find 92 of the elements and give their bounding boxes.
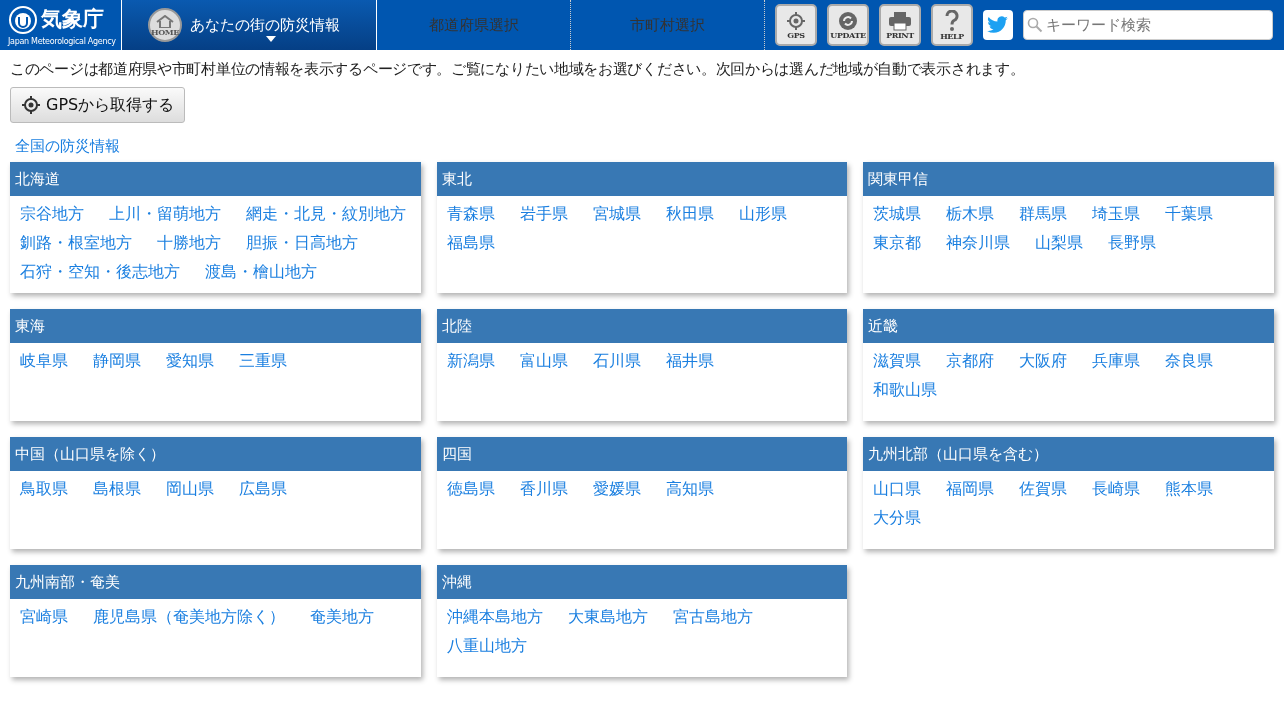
area-link[interactable]: 滋賀県 <box>873 349 922 372</box>
area-link[interactable]: 島根県 <box>93 477 141 500</box>
home-menu-title: あなたの街の防災情報 <box>190 15 340 35</box>
area-link[interactable]: 茨城県 <box>873 202 922 225</box>
update-button[interactable]: UPDATE <box>827 4 869 46</box>
crosshair-icon <box>21 95 41 115</box>
gps-button[interactable]: GPSから取得する <box>10 87 186 123</box>
region-title: 関東甲信 <box>863 162 1274 196</box>
logo-name: 気象庁 <box>41 9 104 30</box>
area-link[interactable]: 大分県 <box>873 506 922 529</box>
print-button[interactable]: PRINT <box>879 4 921 46</box>
area-link[interactable]: 香川県 <box>519 477 568 500</box>
area-link[interactable]: 新潟県 <box>446 349 495 372</box>
logo-emblem-icon <box>8 4 38 35</box>
area-link[interactable]: 山形県 <box>738 202 787 225</box>
area-link[interactable]: 石川県 <box>592 349 641 372</box>
area-link[interactable]: 熊本県 <box>1165 477 1214 500</box>
gps-button[interactable]: GPS <box>775 4 817 46</box>
caret-icon <box>266 36 276 42</box>
crosshair-icon <box>786 11 806 31</box>
area-link[interactable]: 山口県 <box>873 477 922 500</box>
area-link[interactable]: 徳島県 <box>446 477 495 500</box>
area-link[interactable]: 愛知県 <box>166 349 214 372</box>
area-link[interactable]: 岩手県 <box>519 202 568 225</box>
home-menu[interactable]: HOME あなたの街の防災情報 <box>122 0 377 50</box>
area-link[interactable]: 山梨県 <box>1035 231 1084 254</box>
area-link[interactable]: 長野県 <box>1108 231 1157 254</box>
area-link[interactable]: 福井県 <box>665 349 714 372</box>
area-link[interactable]: 宮城県 <box>592 202 641 225</box>
area-link[interactable]: 京都府 <box>946 349 995 372</box>
area-link[interactable]: 宗谷地方 <box>20 202 84 225</box>
area-link[interactable]: 福島県 <box>446 231 495 254</box>
region-title: 沖縄 <box>436 565 848 599</box>
gps-button-label: GPSから取得する <box>46 94 175 116</box>
area-link[interactable]: 網走・北見・紋別地方 <box>246 202 406 225</box>
area-link[interactable]: 上川・留萌地方 <box>109 202 221 225</box>
printer-icon <box>888 11 912 31</box>
region-title: 四国 <box>436 437 848 471</box>
area-link[interactable]: 奄美地方 <box>310 605 374 628</box>
area-link[interactable]: 沖縄本島地方 <box>446 605 543 628</box>
area-link[interactable]: 岡山県 <box>166 477 214 500</box>
area-link[interactable]: 愛媛県 <box>592 477 641 500</box>
area-link[interactable]: 長崎県 <box>1092 477 1141 500</box>
bird-icon <box>987 16 1009 34</box>
area-link[interactable]: 埼玉県 <box>1092 202 1141 225</box>
area-link[interactable]: 十勝地方 <box>157 231 221 254</box>
search-field[interactable]: キーワード検索 <box>1023 10 1273 40</box>
bird-button[interactable] <box>983 10 1013 40</box>
area-link[interactable]: 石狩・空知・後志地方 <box>20 260 180 283</box>
area-link[interactable]: 群馬県 <box>1019 202 1068 225</box>
area-link[interactable]: 鹿児島県（奄美地方除く） <box>93 605 285 628</box>
help-button[interactable]: HELP <box>931 4 973 46</box>
area-link[interactable]: 渡島・檜山地方 <box>205 260 317 283</box>
area-link[interactable]: 神奈川県 <box>946 231 1011 254</box>
region-title: 東海 <box>10 309 421 343</box>
area-link[interactable]: 岐阜県 <box>20 349 68 372</box>
area-link[interactable]: 兵庫県 <box>1092 349 1141 372</box>
area-link[interactable]: 三重県 <box>239 349 287 372</box>
area-link[interactable]: 栃木県 <box>946 202 995 225</box>
region-title: 北海道 <box>10 162 421 196</box>
area-link[interactable]: 釧路・根室地方 <box>20 231 132 254</box>
region-title: 近畿 <box>863 309 1274 343</box>
area-link[interactable]: 宮崎県 <box>20 605 68 628</box>
area-link[interactable]: 和歌山県 <box>873 378 938 401</box>
area-link[interactable]: 富山県 <box>519 349 568 372</box>
area-link[interactable]: 千葉県 <box>1165 202 1214 225</box>
area-link[interactable]: 福岡県 <box>946 477 995 500</box>
home-icon: HOME <box>148 8 182 42</box>
area-link[interactable]: 鳥取県 <box>20 477 68 500</box>
national-info-link[interactable]: 全国の防災情報 <box>15 137 120 156</box>
question-mark-icon <box>944 10 960 32</box>
area-link[interactable]: 静岡県 <box>93 349 141 372</box>
area-link[interactable]: 宮古島地方 <box>672 605 753 628</box>
region-title: 北陸 <box>436 309 848 343</box>
area-link[interactable]: 佐賀県 <box>1019 477 1068 500</box>
region-title: 九州北部（山口県を含む） <box>863 437 1274 471</box>
region-title: 東北 <box>436 162 848 196</box>
intro-text: このページは都道府県や市町村単位の情報を表示するページです。ご覧になりたい地域をお選びください。次回からは選んだ地域が自動で表示されます。 <box>10 60 1026 79</box>
area-link[interactable]: 胆振・日高地方 <box>246 231 358 254</box>
region-title: 九州南部・奄美 <box>10 565 421 599</box>
area-link[interactable]: 東京都 <box>873 231 922 254</box>
area-link[interactable]: 青森県 <box>446 202 495 225</box>
area-link[interactable]: 八重山地方 <box>446 634 527 657</box>
area-link[interactable]: 高知県 <box>665 477 714 500</box>
refresh-icon <box>838 11 858 31</box>
area-link[interactable]: 大東島地方 <box>567 605 648 628</box>
area-link[interactable]: 広島県 <box>239 477 287 500</box>
area-link[interactable]: 秋田県 <box>665 202 714 225</box>
region-title: 中国（山口県を除く） <box>10 437 421 471</box>
area-link[interactable]: 大阪府 <box>1019 349 1068 372</box>
area-link[interactable]: 奈良県 <box>1165 349 1214 372</box>
search-icon <box>1027 17 1043 33</box>
